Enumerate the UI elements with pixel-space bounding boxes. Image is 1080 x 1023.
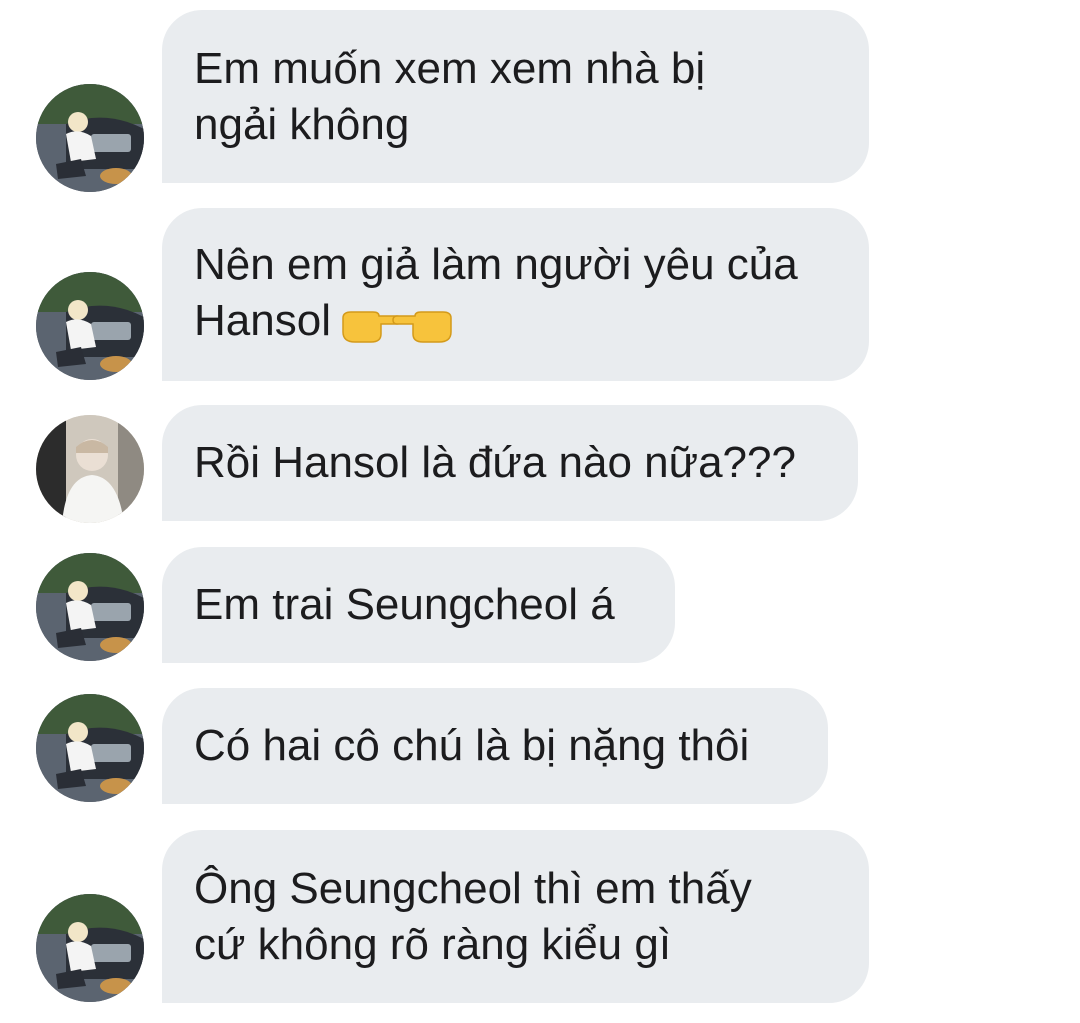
message-bubble[interactable]: Có hai cô chú là bị nặng thôi <box>162 688 828 804</box>
avatar-photo-car-icon <box>36 694 144 802</box>
message-row: Rồi Hansol là đứa nào nữa??? <box>0 405 1080 523</box>
message-text: Nên em giả làm người yêu của Hansol <box>194 237 798 351</box>
sender-avatar[interactable] <box>36 894 144 1002</box>
sender-avatar[interactable] <box>36 694 144 802</box>
avatar-photo-person-icon <box>36 415 144 523</box>
message-text: Em muốn xem xem nhà bị ngải không <box>194 43 706 149</box>
message-bubble[interactable]: Em trai Seungcheol á <box>162 547 675 663</box>
message-text: Em trai Seungcheol á <box>194 580 615 629</box>
sender-avatar[interactable] <box>36 84 144 192</box>
message-text: Có hai cô chú là bị nặng thôi <box>194 721 750 770</box>
message-text-content: Nên em giả làm người yêu của Hansol <box>194 240 798 346</box>
avatar-photo-car-icon <box>36 84 144 192</box>
sender-avatar[interactable] <box>36 553 144 661</box>
message-bubble[interactable]: Nên em giả làm người yêu của Hansol <box>162 208 869 381</box>
message-row: Em muốn xem xem nhà bị ngải không <box>0 10 1080 192</box>
pointing-hands-emoji <box>339 296 455 352</box>
avatar-photo-car-icon <box>36 553 144 661</box>
message-row: Có hai cô chú là bị nặng thôi <box>0 688 1080 804</box>
avatar-photo-car-icon <box>36 894 144 1002</box>
message-bubble[interactable]: Ông Seungcheol thì em thấy cứ không rõ r… <box>162 830 869 1003</box>
message-row: Em trai Seungcheol á <box>0 547 1080 663</box>
message-text: Rồi Hansol là đứa nào nữa??? <box>194 438 796 487</box>
sender-avatar[interactable] <box>36 272 144 380</box>
message-row: Ông Seungcheol thì em thấy cứ không rõ r… <box>0 830 1080 1003</box>
message-bubble[interactable]: Rồi Hansol là đứa nào nữa??? <box>162 405 858 521</box>
message-bubble[interactable]: Em muốn xem xem nhà bị ngải không <box>162 10 869 183</box>
sender-avatar[interactable] <box>36 415 144 523</box>
message-thread: Em muốn xem xem nhà bị ngải không Nên em… <box>0 0 1080 1023</box>
message-row: Nên em giả làm người yêu của Hansol <box>0 208 1080 381</box>
avatar-photo-car-icon <box>36 272 144 380</box>
message-text: Ông Seungcheol thì em thấy cứ không rõ r… <box>194 863 752 969</box>
